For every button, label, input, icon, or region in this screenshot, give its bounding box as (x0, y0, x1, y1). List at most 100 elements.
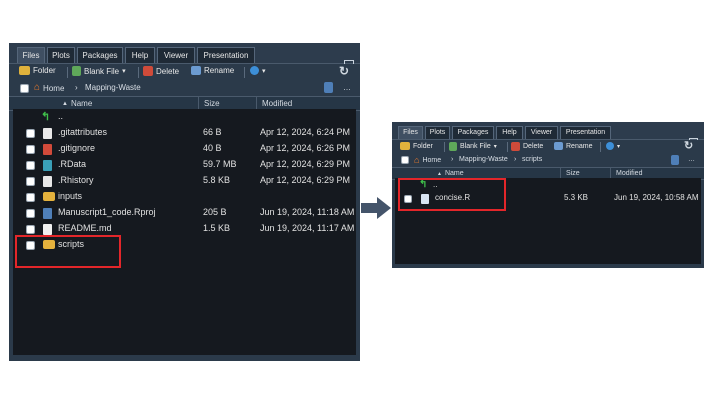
gear-icon (250, 66, 259, 75)
refresh-button[interactable]: ↻ (339, 64, 349, 78)
tab-help[interactable]: Help (496, 126, 523, 139)
refresh-icon: ↻ (684, 140, 694, 152)
file-list: ↰ .. .gitattributes 66 B Apr 12, 2024, 6:2… (13, 109, 356, 355)
tab-packages[interactable]: Packages (77, 47, 123, 63)
new-folder-button[interactable]: Folder (19, 66, 56, 75)
file-row[interactable]: .Rhistory 5.8 KB Apr 12, 2024, 6:29 PM (13, 173, 356, 189)
tab-packages[interactable]: Packages (452, 126, 494, 139)
markdown-icon (43, 224, 52, 235)
breadcrumb: ⌂ Home › Mapping-Waste … (9, 81, 360, 96)
breadcrumb-separator: › (75, 83, 78, 92)
breadcrumb-mapping-waste[interactable]: Mapping-Waste (85, 83, 141, 92)
highlight-box-concise-r (398, 178, 506, 211)
home-icon: ⌂ (414, 155, 420, 165)
up-arrow-icon: ↰ (41, 111, 51, 123)
files-pane-left: Files Plots Packages Help Viewer Present… (9, 43, 360, 361)
file-row-checkbox[interactable] (26, 161, 35, 170)
file-name[interactable]: .gitignore (58, 143, 95, 153)
file-name[interactable]: inputs (58, 191, 82, 201)
file-size: 5.3 KB (564, 193, 589, 202)
parent-directory-row[interactable]: ↰ .. (13, 109, 356, 125)
tab-plots[interactable]: Plots (425, 126, 450, 139)
refresh-icon: ↻ (339, 64, 350, 78)
new-folder-button[interactable]: Folder (400, 142, 433, 150)
file-row-checkbox[interactable] (26, 129, 35, 138)
file-size: 66 B (203, 127, 222, 137)
delete-button[interactable]: Delete (511, 142, 543, 151)
rename-button[interactable]: Rename (554, 142, 592, 150)
files-toolbar: Folder Blank File ▾ Delete Rename ▾ ↻ (392, 140, 704, 154)
tab-viewer[interactable]: Viewer (525, 126, 558, 139)
rename-label: Rename (204, 66, 235, 75)
tab-plots[interactable]: Plots (47, 47, 75, 63)
breadcrumb-separator: › (514, 156, 517, 163)
more-button[interactable]: ▾ (606, 142, 620, 150)
blank-file-icon (72, 66, 81, 76)
text-file-icon (43, 128, 52, 139)
more-path-button[interactable]: … (343, 83, 351, 92)
tab-files[interactable]: Files (17, 47, 45, 63)
tab-viewer[interactable]: Viewer (157, 47, 195, 63)
file-row-checkbox[interactable] (26, 145, 35, 154)
tab-presentation[interactable]: Presentation (197, 47, 255, 63)
file-name[interactable]: Manuscript1_code.Rproj (58, 207, 156, 217)
file-modified: Apr 12, 2024, 6:29 PM (260, 175, 351, 185)
delete-label: Delete (156, 66, 180, 76)
file-modified: Apr 12, 2024, 6:26 PM (260, 143, 351, 153)
chevron-down-icon: ▾ (617, 143, 621, 150)
new-folder-label: Folder (33, 66, 56, 75)
highlight-box-scripts-folder (15, 235, 121, 268)
blank-file-button[interactable]: Blank File ▾ (449, 142, 497, 151)
blank-file-label: Blank File (460, 143, 491, 150)
file-row[interactable]: inputs (13, 189, 356, 205)
file-name[interactable]: .Rhistory (58, 175, 94, 185)
toolbar-divider (67, 67, 68, 78)
breadcrumb: ⌂ Home › Mapping-Waste › scripts … (392, 154, 704, 167)
pane-tab-bar: Files Plots Packages Help Viewer Present… (9, 43, 360, 69)
chevron-down-icon: ▾ (262, 67, 266, 75)
file-row-checkbox[interactable] (26, 193, 35, 202)
breadcrumb-mapping-waste[interactable]: Mapping-Waste (459, 156, 508, 163)
file-size: 5.8 KB (203, 175, 231, 185)
tab-files[interactable]: Files (398, 126, 423, 139)
tab-help[interactable]: Help (125, 47, 155, 63)
toolbar-divider (507, 142, 508, 152)
show-in-new-window-button[interactable] (671, 155, 679, 165)
file-row[interactable]: Manuscript1_code.Rproj 205 B Jun 19, 2024,… (13, 205, 356, 221)
more-path-button[interactable]: … (688, 156, 695, 163)
tab-presentation[interactable]: Presentation (560, 126, 611, 139)
blank-file-button[interactable]: Blank File ▾ (72, 66, 126, 76)
file-name[interactable]: .gitattributes (58, 127, 107, 137)
pane-tab-bar: Files Plots Packages Help Viewer Present… (392, 122, 704, 146)
sort-ascending-icon: ▲ (62, 100, 68, 107)
file-modified: Jun 19, 2024, 10:58 AM (614, 193, 699, 202)
file-row[interactable]: .RData 59.7 MB Apr 12, 2024, 6:29 PM (13, 157, 356, 173)
file-name[interactable]: .RData (58, 159, 86, 169)
sort-ascending-icon: ▲ (437, 170, 442, 177)
file-row[interactable]: .gitattributes 66 B Apr 12, 2024, 6:24 PM (13, 125, 356, 141)
file-row-checkbox[interactable] (26, 225, 35, 234)
rename-button[interactable]: Rename (191, 66, 234, 75)
delete-button[interactable]: Delete (143, 66, 179, 76)
select-all-checkbox[interactable] (20, 84, 29, 93)
file-size: 205 B (203, 207, 227, 217)
more-button[interactable]: ▾ (250, 66, 266, 75)
rdata-icon (43, 160, 52, 171)
show-in-new-window-button[interactable] (324, 82, 333, 93)
select-all-checkbox[interactable] (401, 156, 409, 164)
breadcrumb-scripts[interactable]: scripts (522, 156, 542, 163)
new-folder-icon (19, 66, 30, 75)
gear-icon (606, 142, 614, 150)
file-row[interactable]: .gitignore 40 B Apr 12, 2024, 6:26 PM (13, 141, 356, 157)
file-modified: Jun 19, 2024, 11:18 AM (260, 207, 355, 217)
delete-icon (143, 66, 153, 76)
new-folder-label: Folder (413, 142, 433, 150)
breadcrumb-home[interactable]: ⌂ Home (414, 156, 441, 165)
refresh-button[interactable]: ↻ (684, 139, 693, 152)
navigation-arrow-icon (361, 197, 391, 219)
home-icon: ⌂ (34, 82, 41, 93)
file-row-checkbox[interactable] (26, 209, 35, 218)
breadcrumb-home[interactable]: ⌂ Home (34, 83, 64, 93)
file-row-checkbox[interactable] (26, 177, 35, 186)
file-name[interactable]: README.md (58, 223, 112, 233)
